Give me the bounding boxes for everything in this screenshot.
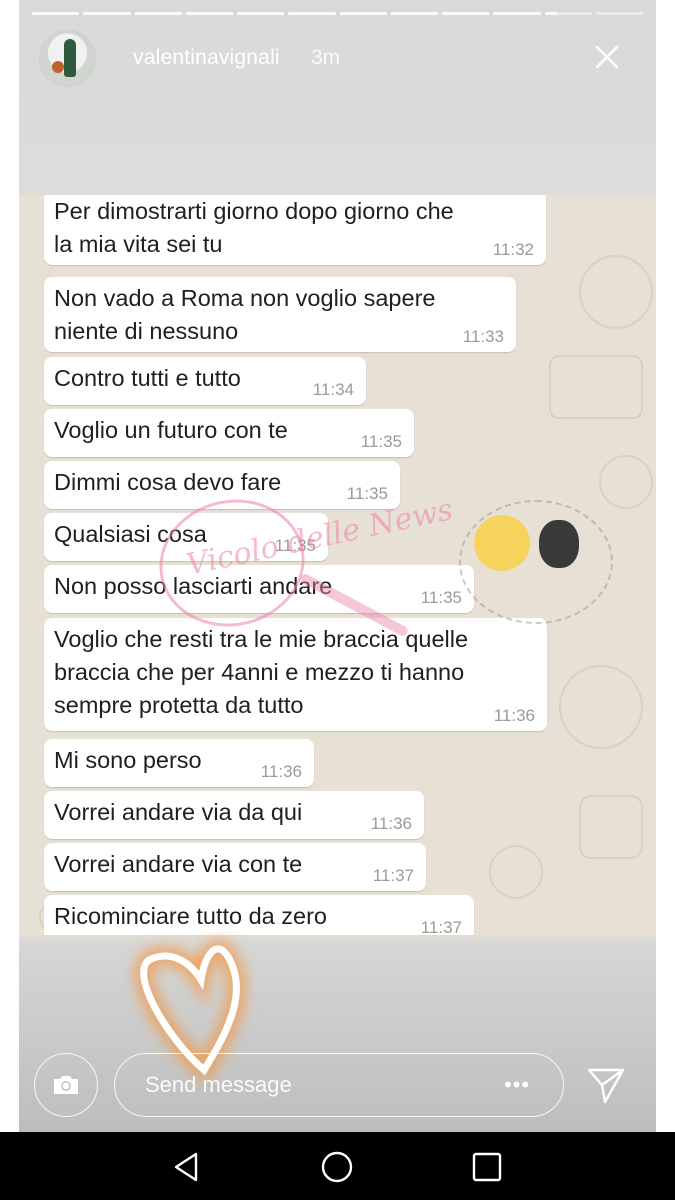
story-time: 3m [311,46,341,69]
story-progress-bar [32,12,643,16]
message-bubble: Vorrei andare via con te 11:37 [44,843,426,891]
android-nav-bar [0,1132,675,1200]
watermark-girl-blonde [474,515,530,571]
progress-segment [32,12,80,15]
camera-icon [54,1076,78,1094]
message-text: Voglio che resti tra le mie braccia quel… [54,626,469,718]
message-time: 11:36 [493,706,535,725]
progress-segment [544,12,592,15]
message-time: 11:35 [360,432,402,451]
message-text: Vorrei andare via da qui [54,799,303,825]
message-bubble: Per dimostrarti giorno dopo giorno che l… [44,195,546,265]
camera-button[interactable] [34,1053,98,1117]
progress-segment [339,12,387,15]
progress-segment [237,12,285,15]
send-icon[interactable] [585,1064,627,1106]
message-time: 11:36 [370,814,412,833]
more-icon[interactable]: ••• [504,1074,530,1096]
watermark-girl-dark [539,520,579,568]
user-avatar[interactable] [39,30,96,87]
message-time: 11:37 [372,866,414,885]
progress-segment [390,12,438,15]
message-bubble: Non vado a Roma non voglio sapere niente… [44,277,516,352]
message-time: 11:35 [420,588,462,607]
message-text: Non vado a Roma non voglio sapere niente… [54,285,436,344]
send-message-input[interactable] [114,1053,564,1117]
progress-segment [288,12,336,15]
message-text: Per dimostrarti giorno dopo giorno che l… [54,198,454,257]
nav-back-icon[interactable] [170,1150,204,1184]
message-bubble: Mi sono perso 11:36 [44,739,314,787]
message-bubble: Contro tutti e tutto 11:34 [44,357,366,405]
story-header: valentinavignali 3m [39,30,638,87]
progress-segment [442,12,490,15]
message-time: 11:33 [462,327,504,346]
chat-screenshot: Per dimostrarti giorno dopo giorno che l… [19,195,656,935]
message-time: 11:32 [492,240,534,259]
nav-home-icon[interactable] [320,1150,354,1184]
progress-segment [493,12,541,15]
story-viewer[interactable]: valentinavignali 3m Per dimostrarti gior… [19,0,656,1132]
progress-segment [185,12,233,15]
message-time: 11:34 [312,380,354,399]
close-icon[interactable] [594,44,620,70]
message-time: 11:37 [420,918,462,936]
nav-recents-icon[interactable] [470,1150,504,1184]
message-time: 11:35 [346,484,388,503]
message-time: 11:36 [260,762,302,781]
username[interactable]: valentinavignali [133,46,280,70]
message-bubble: Vorrei andare via da qui 11:36 [44,791,424,839]
message-bubble: Voglio che resti tra le mie braccia quel… [44,618,547,731]
progress-segment [83,12,131,15]
message-bubble: Voglio un futuro con te 11:35 [44,409,414,457]
progress-segment [134,12,182,15]
progress-segment [595,12,643,15]
message-text: Vorrei andare via con te [54,851,303,877]
